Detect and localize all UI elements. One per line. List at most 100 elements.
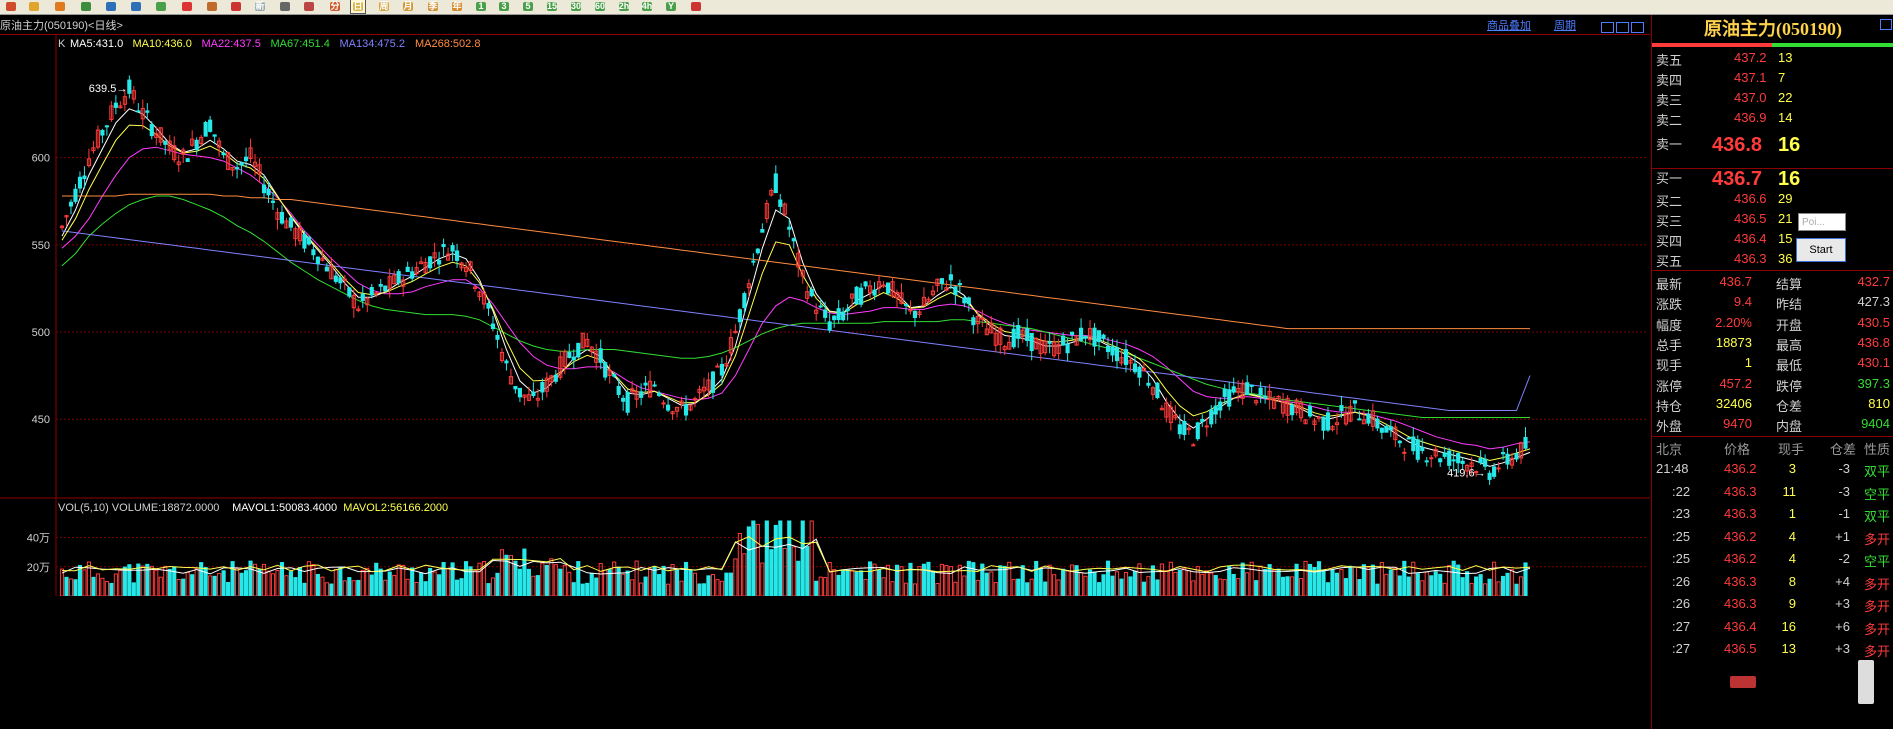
candle-body [1016,325,1021,339]
volume-bar [1433,571,1438,596]
wrench-button[interactable] [205,0,219,13]
volume-bar [495,572,500,596]
restore-icon[interactable] [1616,22,1629,33]
zoom-out-icon [131,2,141,11]
volume-bar [549,558,554,596]
folder-icon [55,2,65,11]
stat-label: 幅度 [1656,317,1683,333]
period-4h-button[interactable]: 4h [640,0,654,13]
year-button[interactable]: 年 [450,0,464,13]
close-icon[interactable] [1631,22,1644,33]
bid-strength-bar [1772,43,1893,47]
ask-label: 卖四 [1656,73,1683,88]
add-product-link[interactable]: 商品叠加 [1487,17,1531,33]
candle-body [243,156,249,162]
candle-body [957,283,962,286]
candle-body [266,188,271,196]
grid-button[interactable] [154,0,168,13]
candle-body [787,226,792,230]
candle-body [517,387,522,398]
candle-body [113,102,118,108]
candle-body [773,173,778,194]
home-button[interactable] [4,0,18,13]
period-30-button[interactable]: 30 [569,0,583,13]
candle-body [1384,425,1389,433]
candle-body [68,201,74,207]
table-button[interactable] [278,0,292,13]
period-2h-button[interactable]: 2h [617,0,631,13]
pin-button[interactable] [229,0,243,13]
candle-body [1514,453,1519,460]
volume-bar [930,570,935,596]
zoom-out-button[interactable] [129,0,143,13]
volume-bar [1025,582,1030,596]
volume-bar [908,562,913,596]
volume-bar [863,578,868,596]
table-icon [280,2,290,11]
bid-price: 436.6 [1734,191,1767,206]
volume-bar [787,520,792,596]
panel-close-icon[interactable] [1880,19,1892,30]
chart-button[interactable] [302,0,316,13]
day-button[interactable]: 日 [350,0,366,14]
candle-body [311,249,316,256]
volume-bar [1141,581,1146,596]
folder-button[interactable] [53,0,67,13]
start-button[interactable]: Start [1796,238,1846,262]
candle-body [1307,405,1313,417]
new-button[interactable]: 新 [253,0,267,13]
period-15-button[interactable]: 15 [545,0,559,13]
candle-body [1083,335,1088,339]
period-y-button[interactable]: Y [664,0,678,13]
notebook-button[interactable] [27,0,41,13]
period-1-button[interactable]: 1 [474,0,488,13]
volume-bar [598,562,603,596]
candle-body [338,277,343,284]
volume-bar [823,577,828,596]
period-link[interactable]: 周期 [1554,17,1576,33]
bid-volume: 29 [1778,191,1793,206]
pencil-button[interactable] [180,0,194,13]
volume-bar [1056,579,1061,596]
quarter-button[interactable]: 季 [426,0,440,13]
point-input[interactable]: Poi... [1798,213,1846,231]
volume-bar [809,520,814,596]
volume-bar [266,570,271,596]
candle-body [454,250,460,261]
tick-row: :25 436.2 4 +1 多开 [1652,527,1893,547]
volume-bar [324,582,329,596]
refresh-button[interactable] [79,0,93,13]
volume-bar [360,569,365,596]
volume-bar [1348,565,1353,596]
candle-body [715,365,720,368]
period-5-button[interactable]: 5 [521,0,535,13]
minute-button[interactable]: 分 [328,0,342,13]
volume-bar [1402,560,1407,596]
minimize-icon[interactable] [1601,22,1614,33]
bid-label: 买一 [1656,171,1683,186]
tick-price: 436.3 [1724,573,1757,589]
volume-bar [490,577,496,596]
volume-bar [338,566,343,596]
scrollbar-thumb[interactable] [1858,660,1874,704]
kline-chart[interactable]: 600 550 500 450 K MA5:431.0 MA10:436.0 MA22:437… [0,35,1650,596]
candle-body [428,256,433,269]
period-3-button[interactable]: 3 [497,0,511,13]
candle-body [661,402,666,405]
volume-bar [751,520,756,596]
volume-bar [1514,583,1519,596]
candle-body [77,176,83,189]
volume-bar [652,566,657,596]
volume-bar [926,561,931,596]
month-button[interactable]: 月 [401,0,415,13]
candle-body [1029,332,1034,352]
calendar-button[interactable] [689,0,703,13]
zoom-in-button[interactable] [104,0,118,13]
period-60-button[interactable]: 60 [593,0,607,13]
refresh-icon [81,2,91,11]
volume-bar [975,579,980,596]
week-button[interactable]: 周 [377,0,391,13]
volume-bar [414,581,419,596]
tick-nature: 空平 [1864,554,1891,569]
volume-bar [697,583,702,596]
